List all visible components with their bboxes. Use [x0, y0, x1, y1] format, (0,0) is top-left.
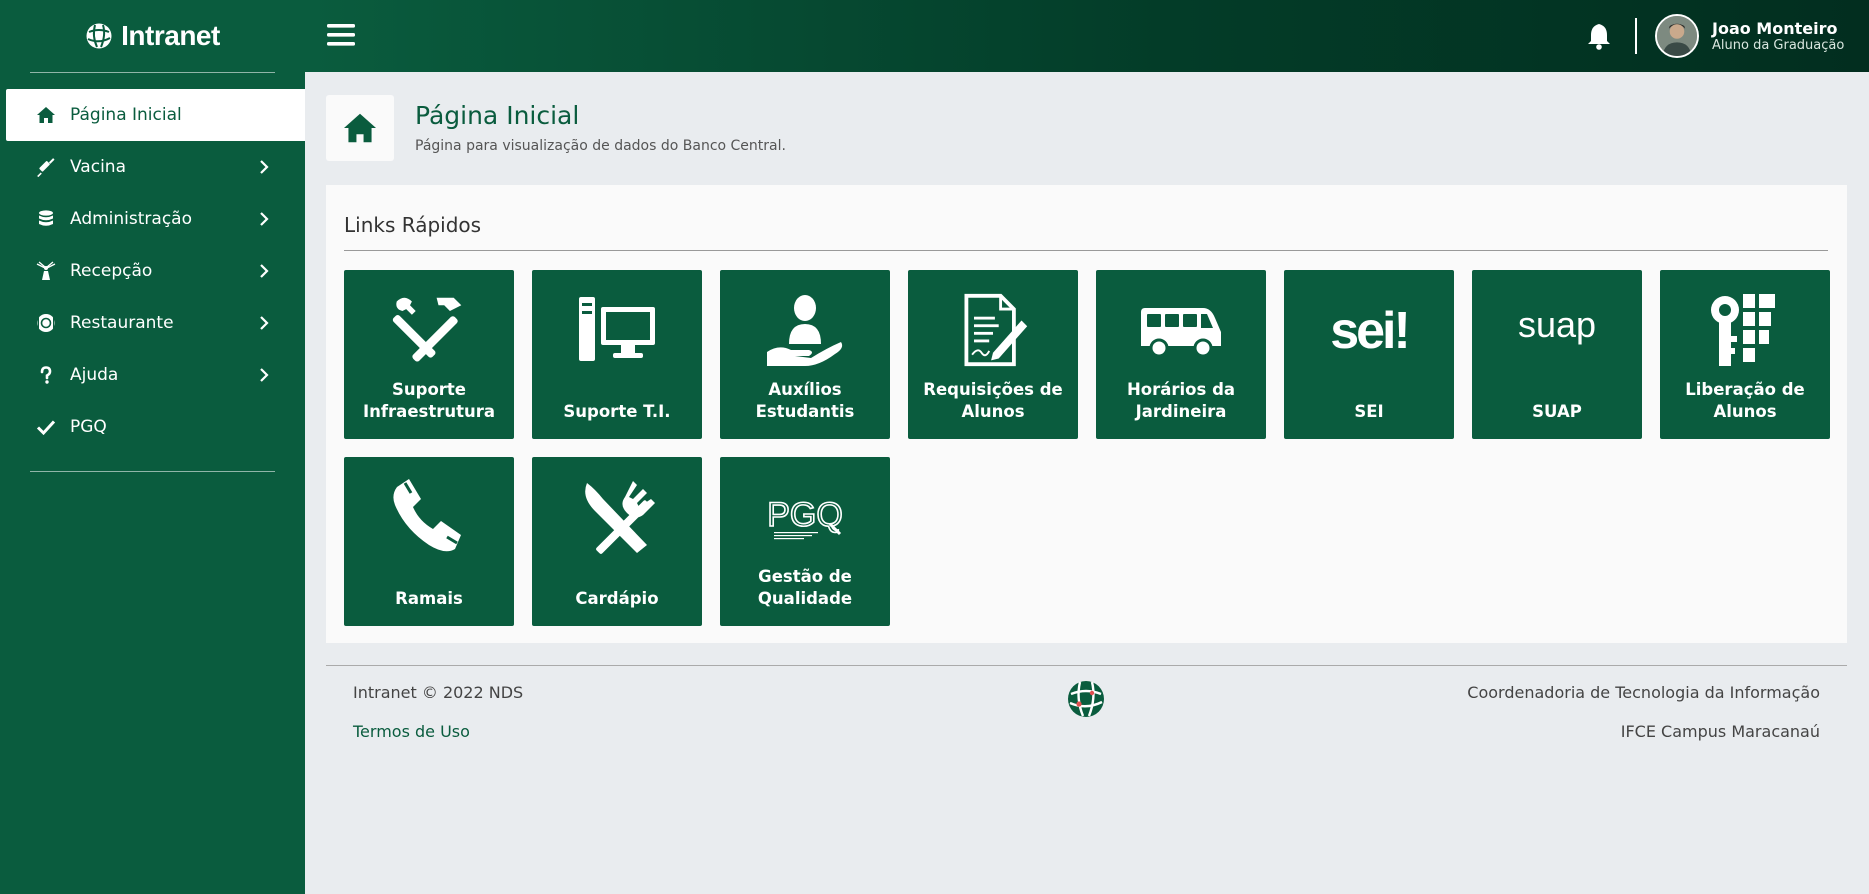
- suap-logo-text: suap: [1518, 304, 1596, 345]
- page-title: Página Inicial: [415, 101, 580, 130]
- sei-logo-icon: sei!: [1330, 302, 1411, 360]
- footer-divider: [326, 665, 1847, 666]
- database-icon: [34, 208, 58, 230]
- topbar: Joao Monteiro Aluno da Graduação: [305, 0, 1869, 72]
- suap-logo-icon: suap: [1518, 304, 1596, 345]
- user-name[interactable]: Joao Monteiro: [1712, 19, 1837, 38]
- tile-label: Gestão de Qualidade: [757, 567, 853, 608]
- tile-label: Ramais: [395, 589, 463, 608]
- tile-suporte-infraestrutura[interactable]: Suporte Infraestrutura: [344, 270, 514, 439]
- phone-icon: [393, 479, 461, 552]
- sidebar-divider: [30, 471, 275, 472]
- topbar-divider: [1635, 18, 1637, 54]
- sidebar-item-label: Página Inicial: [70, 105, 182, 125]
- user-photo-icon: [1657, 16, 1697, 56]
- chevron-right-icon: [260, 368, 269, 382]
- sidebar-item-label: Administração: [70, 209, 192, 229]
- intranet-logo-icon: [86, 23, 112, 49]
- quick-links-card: Links Rápidos Suporte Infraestrutura Sup…: [326, 185, 1847, 643]
- ifce-key-icon: [1711, 294, 1775, 366]
- plate-icon: [34, 312, 58, 334]
- pgq-logo-text: PGQ: [767, 496, 843, 534]
- bus-icon: [1141, 308, 1221, 358]
- chevron-right-icon: [260, 160, 269, 174]
- tile-label: Auxílios Estudantis: [755, 380, 855, 421]
- footer-campus: IFCE Campus Maracanaú: [1620, 722, 1820, 741]
- tools-icon: [392, 297, 462, 362]
- chevron-right-icon: [260, 316, 269, 330]
- tile-horarios-da-jardineira[interactable]: Horários da Jardineira: [1096, 270, 1266, 439]
- sidebar-item-restaurante[interactable]: Restaurante: [0, 297, 305, 349]
- brand[interactable]: Intranet: [0, 0, 305, 72]
- card-divider: [344, 250, 1828, 251]
- tile-auxilios-estudantis[interactable]: Auxílios Estudantis: [720, 270, 890, 439]
- utensils-icon: [585, 481, 655, 554]
- sidebar-divider: [30, 72, 275, 73]
- footer-copyright: Intranet © 2022 NDS: [353, 683, 524, 702]
- sidebar-item-pgq[interactable]: PGQ: [0, 401, 305, 453]
- avatar[interactable]: [1655, 14, 1699, 58]
- hamburger-menu-icon[interactable]: [327, 22, 355, 48]
- chevron-right-icon: [260, 212, 269, 226]
- concierge-icon: [34, 260, 58, 282]
- footer-logo-icon: [1068, 681, 1104, 717]
- tile-suporte-ti[interactable]: Suporte T.I.: [532, 270, 702, 439]
- tile-cardapio[interactable]: Cardápio: [532, 457, 702, 626]
- sidebar-item-vacina[interactable]: Vacina: [0, 141, 305, 193]
- computer-icon: [579, 297, 655, 361]
- tile-label: SEI: [1354, 402, 1384, 421]
- tile-ramais[interactable]: Ramais: [344, 457, 514, 626]
- tile-label: SUAP: [1532, 402, 1582, 421]
- tile-suap[interactable]: suap SUAP: [1472, 270, 1642, 439]
- card-title: Links Rápidos: [344, 213, 482, 237]
- sidebar-item-label: PGQ: [70, 417, 107, 437]
- terms-link[interactable]: Termos de Uso: [353, 722, 470, 741]
- page-header-icon-box: [326, 95, 394, 161]
- tile-requisicoes-de-alunos[interactable]: Requisições de Alunos: [908, 270, 1078, 439]
- sidebar-item-label: Recepção: [70, 261, 153, 281]
- tile-label: Requisições de Alunos: [923, 380, 1063, 421]
- footer-department: Coordenadoria de Tecnologia da Informaçã…: [1467, 683, 1820, 702]
- sidebar: Intranet Página Inicial Vacina Administr…: [0, 0, 305, 894]
- sidebar-item-ajuda[interactable]: Ajuda: [0, 349, 305, 401]
- student-aid-icon: [767, 295, 843, 366]
- user-role: Aluno da Graduação: [1712, 38, 1845, 53]
- syringe-icon: [34, 156, 58, 178]
- document-signature-icon: [964, 293, 1028, 367]
- notification-bell-icon[interactable]: [1587, 22, 1611, 50]
- sidebar-item-label: Ajuda: [70, 365, 119, 385]
- page-subtitle: Página para visualização de dados do Ban…: [415, 138, 786, 154]
- check-icon: [34, 416, 58, 438]
- sidebar-nav: Página Inicial Vacina Administração Rece…: [0, 89, 305, 453]
- question-icon: [34, 364, 58, 386]
- home-icon: [34, 104, 58, 126]
- tile-liberacao-de-alunos[interactable]: Liberação de Alunos: [1660, 270, 1830, 439]
- tile-label: Liberação de Alunos: [1685, 380, 1805, 421]
- brand-name: Intranet: [121, 20, 220, 51]
- home-icon: [344, 113, 376, 143]
- sidebar-item-administracao[interactable]: Administração: [0, 193, 305, 245]
- tile-label: Suporte Infraestrutura: [362, 380, 496, 421]
- pgq-logo-icon: PGQ: [766, 495, 844, 540]
- sidebar-item-recepcao[interactable]: Recepção: [0, 245, 305, 297]
- tile-gestao-de-qualidade[interactable]: PGQ Gestão de Qualidade: [720, 457, 890, 626]
- sei-logo-text: sei!: [1330, 302, 1408, 360]
- tile-label: Horários da Jardineira: [1126, 380, 1236, 421]
- tile-label: Cardápio: [575, 589, 659, 608]
- sidebar-item-label: Restaurante: [70, 313, 174, 333]
- sidebar-item-label: Vacina: [70, 157, 126, 177]
- chevron-right-icon: [260, 264, 269, 278]
- sidebar-item-pagina-inicial[interactable]: Página Inicial: [6, 89, 305, 141]
- tile-sei[interactable]: sei! SEI: [1284, 270, 1454, 439]
- tile-label: Suporte T.I.: [563, 402, 671, 421]
